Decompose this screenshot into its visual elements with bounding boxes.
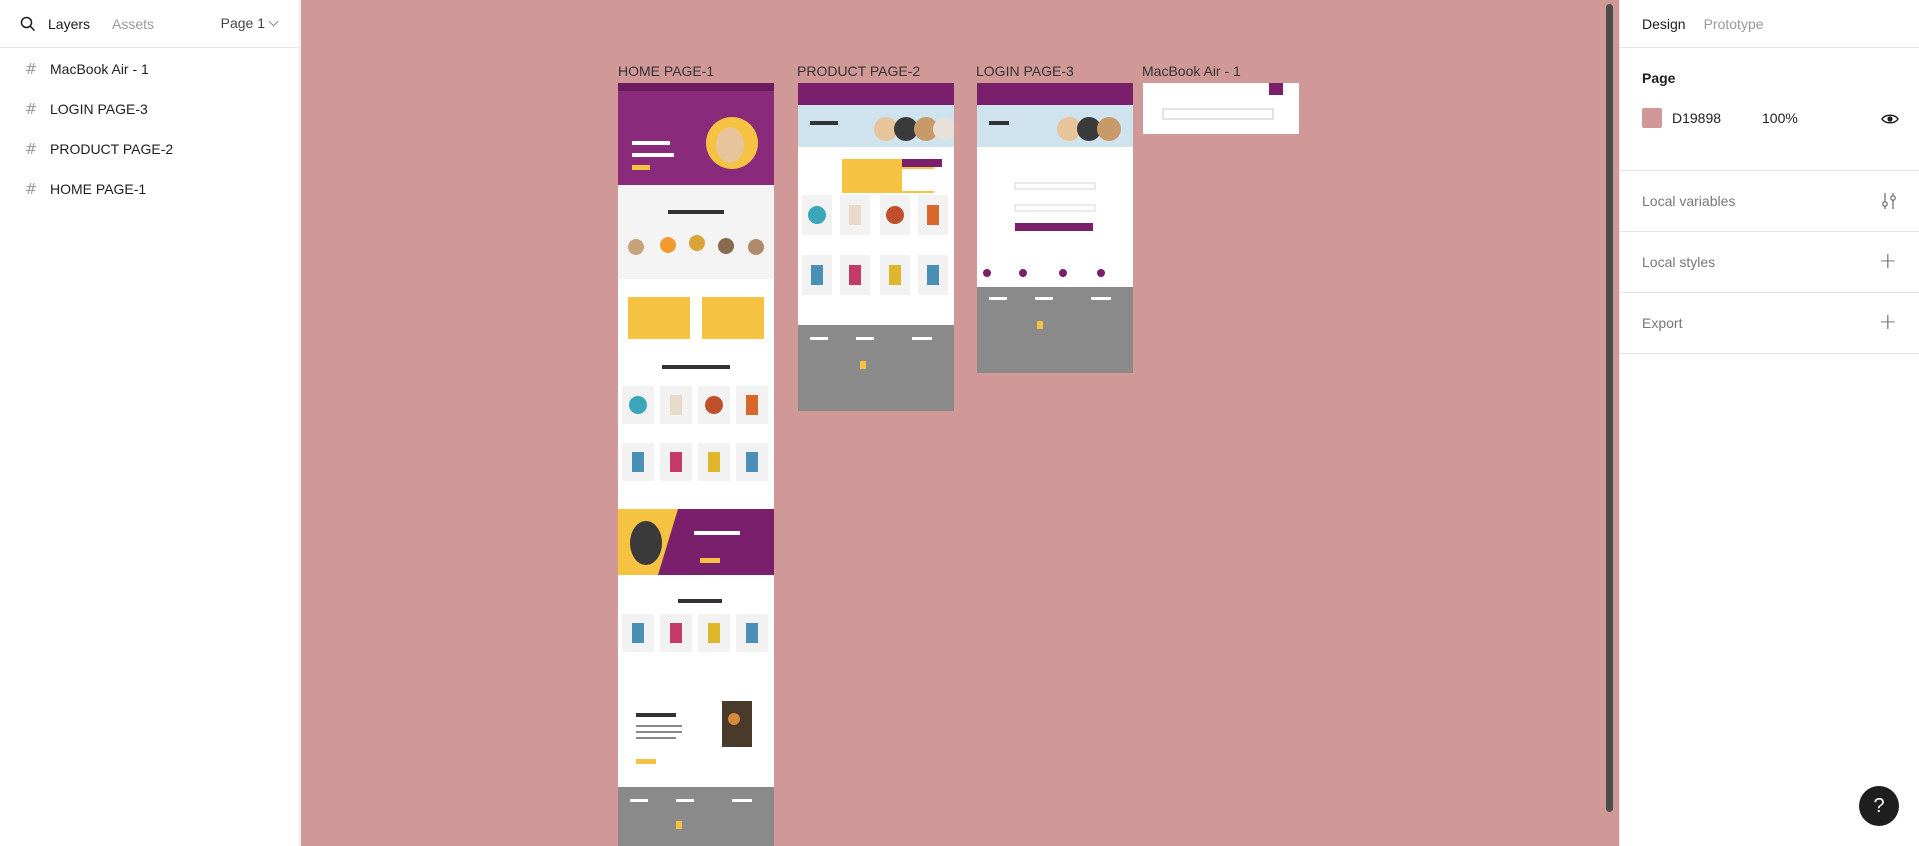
tab-design[interactable]: Design xyxy=(1642,16,1686,32)
frame-label-home[interactable]: HOME PAGE-1 xyxy=(618,63,714,79)
frame-product-page[interactable] xyxy=(798,83,954,411)
layers-list: # MacBook Air - 1 # LOGIN PAGE-3 # PRODU… xyxy=(0,48,299,209)
color-swatch[interactable] xyxy=(1642,108,1662,128)
frame-label-product[interactable]: PRODUCT PAGE-2 xyxy=(797,63,920,79)
page-color-row[interactable]: D19898 100% xyxy=(1642,108,1897,128)
help-button[interactable]: ? xyxy=(1859,786,1899,826)
layers-panel: Layers Assets Page 1 # MacBook Air - 1 #… xyxy=(0,0,300,846)
sliders-icon[interactable] xyxy=(1881,192,1897,210)
canvas[interactable]: HOME PAGE-1 PRODUCT PAGE-2 LOGIN PAGE-3 … xyxy=(301,0,1619,846)
frame-icon: # xyxy=(24,180,38,198)
local-variables-label: Local variables xyxy=(1642,193,1736,209)
frame-login-page[interactable] xyxy=(977,83,1133,373)
home-page-thumbnail xyxy=(618,83,774,846)
color-hex-value[interactable]: D19898 xyxy=(1672,110,1762,126)
product-page-thumbnail xyxy=(798,83,954,411)
frame-label-login[interactable]: LOGIN PAGE-3 xyxy=(976,63,1074,79)
page-selector[interactable]: Page 1 xyxy=(220,15,279,31)
chevron-down-icon xyxy=(268,16,279,26)
page-section: Page D19898 100% xyxy=(1620,48,1919,171)
page-section-title: Page xyxy=(1642,70,1676,86)
export-label: Export xyxy=(1642,315,1683,331)
frame-label-macbook[interactable]: MacBook Air - 1 xyxy=(1142,63,1241,79)
frame-icon: # xyxy=(24,60,38,78)
layer-item[interactable]: # LOGIN PAGE-3 xyxy=(0,89,299,129)
plus-icon[interactable]: + xyxy=(1879,312,1897,334)
export-section[interactable]: Export + xyxy=(1620,293,1919,354)
frame-macbook-air[interactable] xyxy=(1143,83,1299,134)
layer-item[interactable]: # PRODUCT PAGE-2 xyxy=(0,129,299,169)
left-panel-header: Layers Assets Page 1 xyxy=(0,0,299,48)
right-panel-header: Design Prototype xyxy=(1620,0,1919,48)
tab-assets[interactable]: Assets xyxy=(112,16,154,32)
layer-item[interactable]: # HOME PAGE-1 xyxy=(0,169,299,209)
layer-label: HOME PAGE-1 xyxy=(50,181,147,197)
macbook-frame-thumbnail xyxy=(1162,83,1283,120)
tab-layers[interactable]: Layers xyxy=(48,16,90,32)
local-styles-section[interactable]: Local styles + xyxy=(1620,232,1919,293)
local-styles-label: Local styles xyxy=(1642,254,1716,270)
opacity-value[interactable]: 100% xyxy=(1762,110,1798,126)
layer-label: PRODUCT PAGE-2 xyxy=(50,141,174,157)
frame-icon: # xyxy=(24,100,38,118)
plus-icon[interactable]: + xyxy=(1879,251,1897,273)
local-variables-section[interactable]: Local variables xyxy=(1620,171,1919,232)
search-icon[interactable] xyxy=(20,16,36,32)
frame-home-page[interactable] xyxy=(618,83,774,846)
layer-item[interactable]: # MacBook Air - 1 xyxy=(0,49,299,89)
eye-icon[interactable] xyxy=(1881,110,1899,128)
canvas-scrollbar[interactable] xyxy=(1606,4,1613,812)
tab-prototype[interactable]: Prototype xyxy=(1704,16,1764,32)
properties-panel: Design Prototype Page D19898 100% Local … xyxy=(1619,0,1919,846)
frame-icon: # xyxy=(24,140,38,158)
layer-label: LOGIN PAGE-3 xyxy=(50,101,148,117)
login-page-thumbnail xyxy=(977,83,1133,373)
layer-label: MacBook Air - 1 xyxy=(50,61,149,77)
page-selector-label: Page 1 xyxy=(220,15,265,31)
